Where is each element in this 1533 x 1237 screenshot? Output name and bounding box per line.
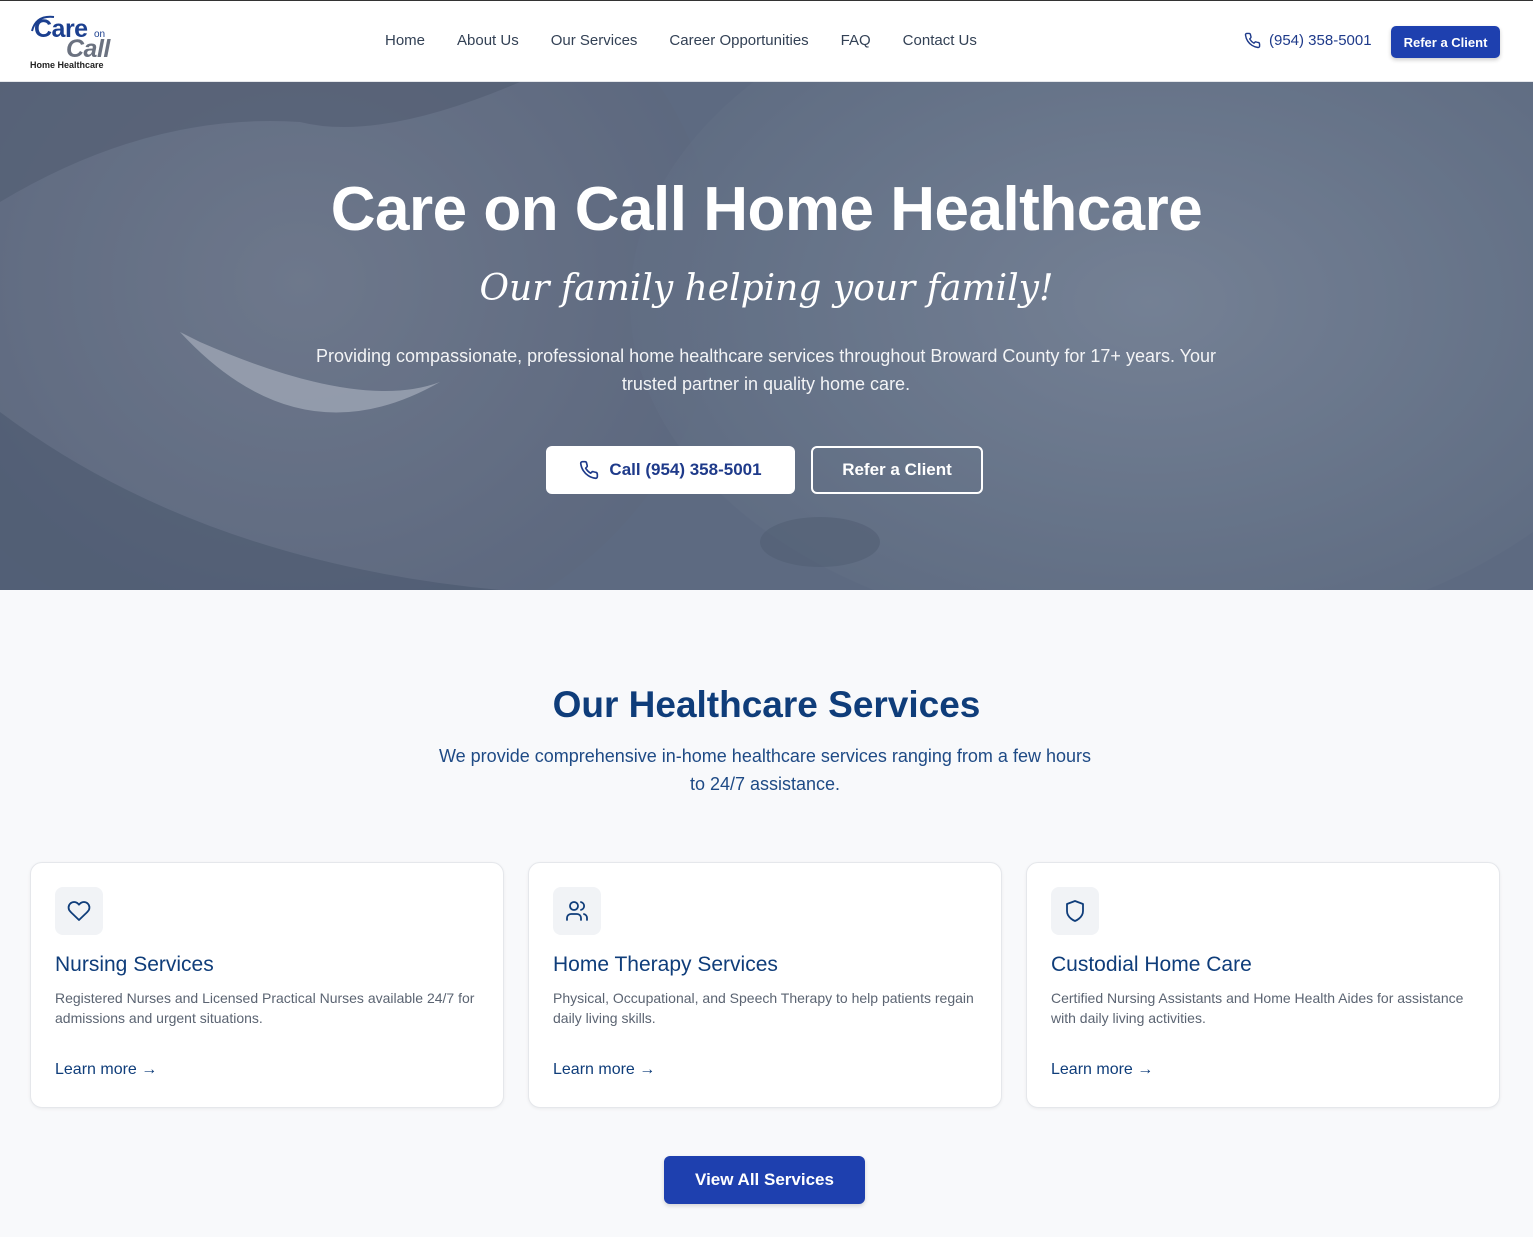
hero-description: Providing compassionate, professional ho…: [316, 346, 1217, 394]
logo-subtitle: Home Healthcare: [30, 60, 104, 70]
service-card-custodial: Custodial Home Care Certified Nursing As…: [1026, 862, 1500, 1108]
hero-call-button[interactable]: Call (954) 358-5001: [546, 446, 795, 494]
hero-section: Care on Call Home Healthcare Our family …: [0, 82, 1533, 590]
card-title: Home Therapy Services: [553, 953, 778, 976]
header-refer-button[interactable]: Refer a Client: [1391, 26, 1500, 58]
nav-career-opportunities[interactable]: Career Opportunities: [669, 32, 808, 49]
card-description: Physical, Occupational, and Speech Thera…: [553, 990, 974, 1026]
hero-call-label: Call (954) 358-5001: [609, 460, 762, 479]
service-card-nursing: Nursing Services Registered Nurses and L…: [30, 862, 504, 1108]
shield-icon: [1051, 887, 1099, 935]
hero-tagline: Our family helping your family!: [479, 268, 1054, 309]
hero-refer-button[interactable]: Refer a Client: [811, 446, 983, 494]
heart-icon: [55, 887, 103, 935]
users-icon: [553, 887, 601, 935]
view-all-services-button[interactable]: View All Services: [664, 1156, 865, 1204]
hero-title: Care on Call Home Healthcare: [330, 175, 1203, 244]
learn-more-link[interactable]: Learn more →: [553, 1061, 655, 1079]
card-description: Registered Nurses and Licensed Practical…: [55, 990, 475, 1026]
services-title: Our Healthcare Services: [552, 684, 981, 725]
site-header: Care on Call Home Healthcare Home About …: [0, 0, 1533, 82]
nav-about-us[interactable]: About Us: [457, 32, 519, 49]
main-nav: Home About Us Our Services Career Opport…: [369, 32, 993, 49]
services-subtitle: We provide comprehensive in-home healthc…: [439, 746, 1091, 794]
nav-contact-us[interactable]: Contact Us: [903, 32, 977, 49]
learn-more-link[interactable]: Learn more →: [1051, 1061, 1153, 1079]
header-phone-text: (954) 358-5001: [1269, 32, 1372, 49]
nav-our-services[interactable]: Our Services: [551, 32, 638, 49]
logo[interactable]: Care on Call Home Healthcare: [28, 13, 118, 71]
card-title: Custodial Home Care: [1051, 953, 1252, 976]
learn-more-link[interactable]: Learn more →: [55, 1061, 157, 1079]
nav-faq[interactable]: FAQ: [841, 32, 871, 49]
phone-icon: [1244, 32, 1261, 49]
card-description: Certified Nursing Assistants and Home He…: [1051, 990, 1464, 1026]
header-phone-link[interactable]: (954) 358-5001: [1244, 32, 1372, 49]
service-card-therapy: Home Therapy Services Physical, Occupati…: [528, 862, 1002, 1108]
hero-overlay: [0, 82, 1533, 590]
nav-home[interactable]: Home: [385, 32, 425, 49]
card-title: Nursing Services: [55, 953, 214, 976]
phone-icon: [580, 460, 599, 480]
